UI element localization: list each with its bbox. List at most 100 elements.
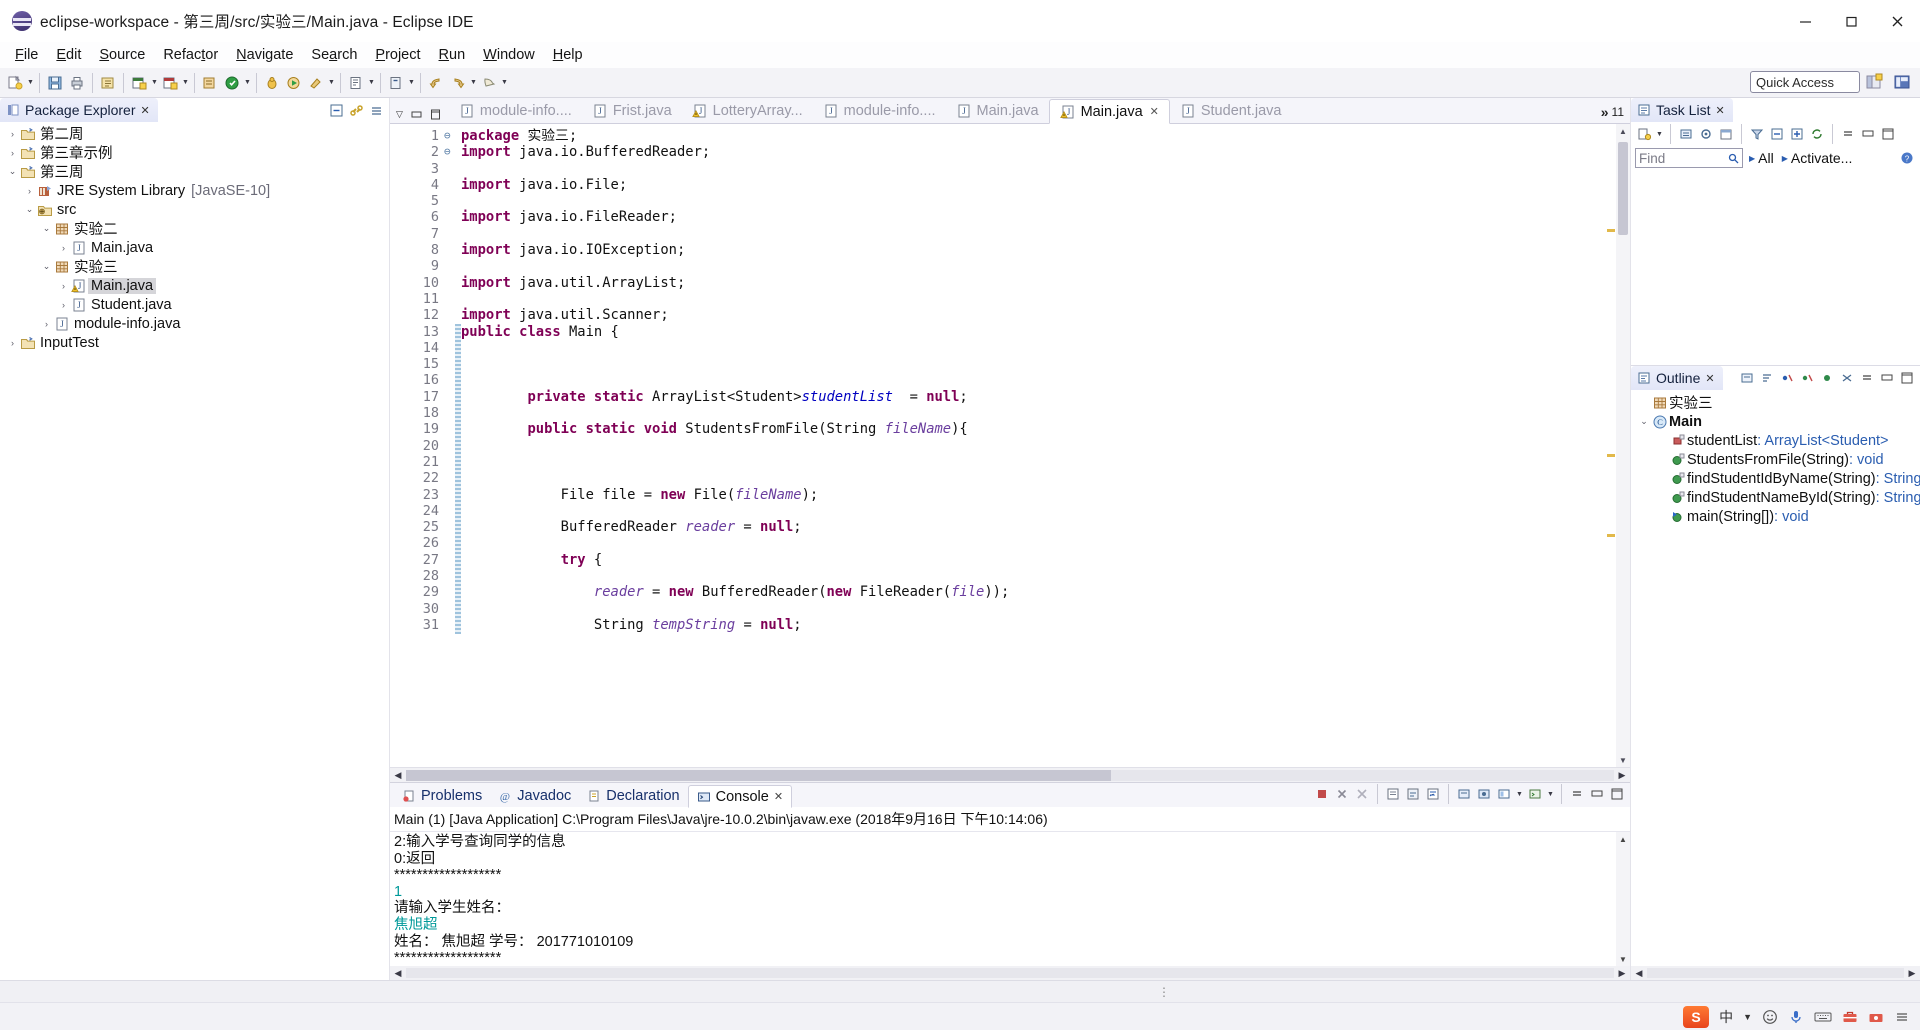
package-tree-item[interactable]: ⌄ src bbox=[0, 200, 389, 219]
chevron-right-icon[interactable]: › bbox=[57, 243, 70, 253]
outline-item[interactable]: main(String[]) : void bbox=[1631, 507, 1920, 526]
close-icon[interactable]: ✕ bbox=[774, 790, 783, 803]
run-external-tools-icon[interactable] bbox=[305, 72, 327, 94]
hscroll-track[interactable] bbox=[406, 769, 1614, 781]
chevron-down-icon[interactable]: ⌄ bbox=[40, 261, 53, 272]
open-console-dropdown-icon[interactable]: ▼ bbox=[1546, 783, 1555, 805]
coverage-icon[interactable] bbox=[221, 72, 243, 94]
package-tree-item[interactable]: ⌄ 第三周 bbox=[0, 162, 389, 181]
filter-icon[interactable] bbox=[1748, 125, 1766, 143]
menu-help[interactable]: Help bbox=[544, 45, 592, 65]
console-scroll-left-icon[interactable]: ◀ bbox=[390, 968, 406, 979]
task-minimize-icon[interactable] bbox=[1859, 125, 1877, 143]
forward-icon[interactable] bbox=[447, 72, 469, 94]
editor-view-menu-icon[interactable]: ▽ bbox=[396, 109, 403, 120]
menu-navigate[interactable]: Navigate bbox=[227, 45, 302, 65]
console-vertical-scrollbar[interactable]: ▲ ▼ bbox=[1616, 832, 1630, 967]
package-tree-item[interactable]: › J Student.java bbox=[0, 295, 389, 314]
status-resize-handle[interactable]: ⋮ bbox=[1158, 985, 1171, 999]
hscroll-thumb[interactable] bbox=[406, 769, 1111, 781]
view-menu-icon[interactable] bbox=[367, 101, 385, 119]
close-icon[interactable]: ✕ bbox=[141, 104, 150, 117]
package-explorer-tree[interactable]: › 第二周 › 第三章示例 ⌄ 第三周 › JRE System Library [JavaSE… bbox=[0, 122, 389, 980]
close-icon[interactable]: ✕ bbox=[1150, 105, 1159, 118]
package-explorer-tab[interactable]: Package Explorer ✕ bbox=[0, 98, 158, 122]
outline-close-icon[interactable]: ✕ bbox=[1705, 372, 1714, 385]
outline-minimize-icon[interactable] bbox=[1878, 369, 1896, 387]
keyboard-icon[interactable] bbox=[1814, 1009, 1832, 1025]
outline-tree[interactable]: 实验三 ⌄ C Main studentList : ArrayList<Student… bbox=[1631, 390, 1920, 966]
coverage-dropdown-icon[interactable]: ▼ bbox=[243, 72, 252, 94]
back-icon[interactable] bbox=[425, 72, 447, 94]
outline-scroll-left-icon[interactable]: ◀ bbox=[1631, 968, 1647, 979]
pin-dropdown-icon[interactable]: ▼ bbox=[500, 72, 509, 94]
new-task-icon[interactable] bbox=[1635, 125, 1653, 143]
package-tree-item[interactable]: › J Main.java bbox=[0, 238, 389, 257]
close-button[interactable] bbox=[1874, 0, 1920, 42]
maximize-button[interactable] bbox=[1828, 0, 1874, 42]
overview-ruler[interactable] bbox=[1602, 124, 1616, 767]
outline-item[interactable]: 实验三 bbox=[1631, 393, 1920, 412]
task-list-body[interactable] bbox=[1631, 170, 1920, 365]
show-console-on-output-icon[interactable] bbox=[1455, 785, 1473, 803]
hide-non-public-icon[interactable] bbox=[1818, 369, 1836, 387]
task-maximize-icon[interactable] bbox=[1879, 125, 1897, 143]
scroll-up-icon[interactable]: ▲ bbox=[1619, 124, 1627, 138]
console-output[interactable]: 2:输入学号查询同学的信息 0:返回 ******************* 1 请输入… bbox=[390, 832, 1616, 966]
outline-horizontal-scrollbar[interactable]: ◀ ▶ bbox=[1631, 966, 1920, 980]
new-task-dropdown-icon[interactable]: ▼ bbox=[1655, 123, 1664, 145]
history-dropdown-icon[interactable]: ▼ bbox=[469, 72, 478, 94]
bottom-tab[interactable]: @ Javadoc bbox=[490, 785, 579, 807]
chevron-right-icon[interactable]: › bbox=[57, 300, 70, 310]
task-view-menu-icon[interactable] bbox=[1839, 125, 1857, 143]
help-icon[interactable]: ? bbox=[1898, 149, 1916, 167]
outline-maximize-icon[interactable] bbox=[1898, 369, 1916, 387]
pin-editor-icon[interactable] bbox=[478, 72, 500, 94]
menu-icon[interactable] bbox=[1894, 1009, 1910, 1025]
print-icon[interactable] bbox=[66, 72, 88, 94]
hide-local-types-icon[interactable] bbox=[1838, 369, 1856, 387]
sort-icon[interactable] bbox=[1758, 369, 1776, 387]
package-tree-item[interactable]: › J Main.java bbox=[0, 276, 389, 295]
new-java-project-dropdown-icon[interactable]: ▼ bbox=[150, 72, 159, 94]
bottom-tab[interactable]: Problems bbox=[394, 785, 490, 807]
chevron-down-icon[interactable]: ⌄ bbox=[6, 166, 19, 177]
new-java-element-icon[interactable] bbox=[345, 72, 367, 94]
package-tree-item[interactable]: › 第三章示例 bbox=[0, 143, 389, 162]
editor-tab[interactable]: J Student.java bbox=[1170, 99, 1292, 123]
clear-console-icon[interactable] bbox=[1384, 785, 1402, 803]
editor-maximize-icon[interactable] bbox=[430, 109, 441, 120]
chevron-down-icon[interactable]: ⌄ bbox=[23, 204, 36, 215]
console-select-dropdown-icon[interactable]: ▼ bbox=[1515, 783, 1524, 805]
scroll-down-icon[interactable]: ▼ bbox=[1619, 753, 1627, 767]
chevron-right-icon[interactable]: › bbox=[6, 148, 19, 158]
task-find-input[interactable]: Find bbox=[1635, 148, 1743, 168]
scroll-lock-icon[interactable] bbox=[1404, 785, 1422, 803]
editor-minimize-icon[interactable] bbox=[411, 109, 422, 120]
new-wizard-icon[interactable] bbox=[4, 72, 26, 94]
menu-file[interactable]: File bbox=[6, 45, 47, 65]
focus-icon[interactable] bbox=[1697, 125, 1715, 143]
editor-tab[interactable]: J Main.java bbox=[946, 99, 1049, 123]
expand-all-icon[interactable] bbox=[1788, 125, 1806, 143]
collapse-all-icon[interactable] bbox=[327, 101, 345, 119]
build-all-icon[interactable] bbox=[97, 72, 119, 94]
remove-launch-icon[interactable] bbox=[1333, 785, 1351, 803]
chevron-down-icon[interactable]: ⌄ bbox=[40, 223, 53, 234]
link-with-editor-icon[interactable] bbox=[347, 101, 365, 119]
open-type-dropdown-icon[interactable]: ▼ bbox=[407, 72, 416, 94]
console-view-menu-icon[interactable] bbox=[1568, 785, 1586, 803]
pin-console-icon[interactable] bbox=[1475, 785, 1493, 803]
code-editor[interactable]: 1 2 3 4 5 6 7 8 9 10 11 12 13 14 15 16 17 18 19 20 21 22 23 24 2… bbox=[390, 124, 1630, 767]
menu-window[interactable]: Window bbox=[474, 45, 544, 65]
task-activate[interactable]: ▶ Activate... bbox=[1780, 150, 1855, 166]
editor-tab[interactable]: Jmodule-info.... bbox=[813, 99, 946, 123]
package-tree-item[interactable]: › InputTest bbox=[0, 333, 389, 352]
chevron-down-icon[interactable]: ⌄ bbox=[1637, 416, 1651, 427]
menu-edit[interactable]: Edit bbox=[47, 45, 90, 65]
hide-static-icon[interactable] bbox=[1798, 369, 1816, 387]
synchronize-icon[interactable] bbox=[1808, 125, 1826, 143]
ime-mode-label[interactable]: 中 bbox=[1719, 1007, 1733, 1027]
save-icon[interactable] bbox=[44, 72, 66, 94]
terminate-icon[interactable] bbox=[1313, 785, 1331, 803]
